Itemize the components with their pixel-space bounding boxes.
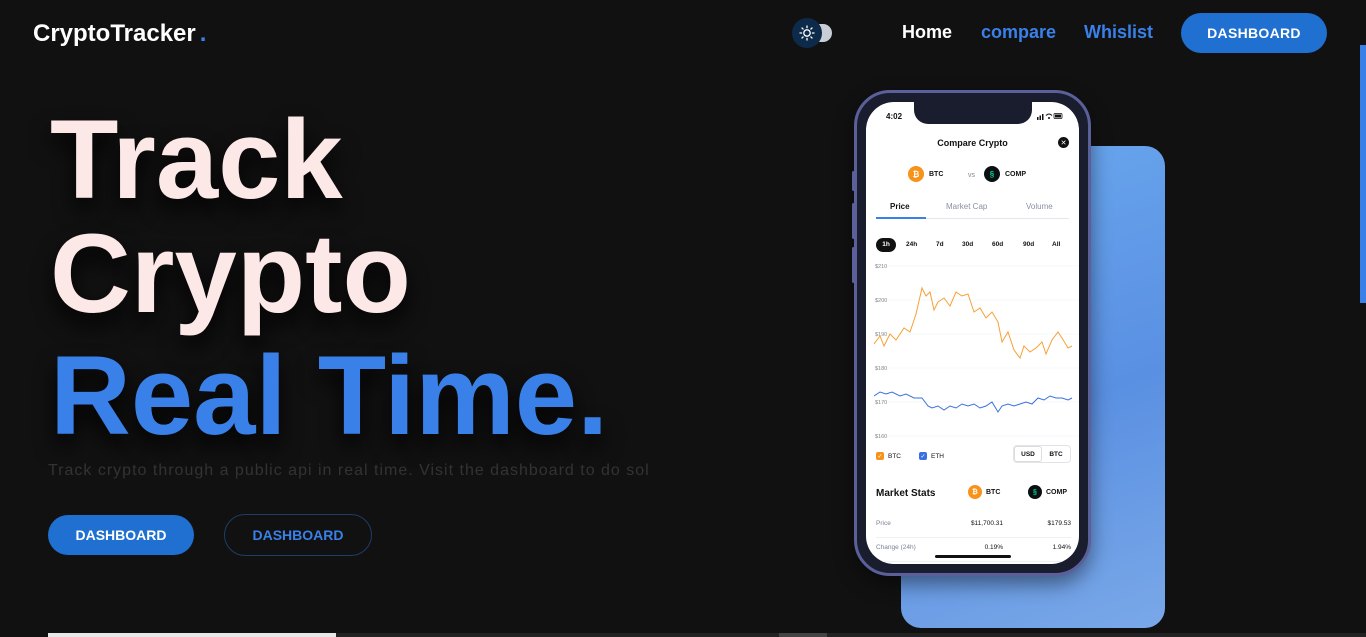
btc-checkbox[interactable]: ✓ bbox=[876, 452, 884, 460]
compare-crypto-title: Compare Crypto bbox=[937, 138, 1008, 148]
hero-subtitle: Track crypto through a public api in rea… bbox=[48, 462, 650, 479]
phone-side-button bbox=[852, 171, 855, 191]
active-tab-underline bbox=[876, 217, 926, 219]
scrollbar-thumb[interactable] bbox=[1360, 45, 1366, 303]
stat-value-a: 0.19% bbox=[984, 544, 1003, 551]
phone-mockup: 4:02 Compare Crypto ✕ ₿ BTC vs § COMP Pr… bbox=[852, 90, 1091, 576]
tab-market-cap[interactable]: Market Cap bbox=[946, 202, 987, 211]
hero-dashboard-outline-button[interactable]: DASHBOARD bbox=[224, 514, 372, 556]
coin-a-label: BTC bbox=[929, 170, 944, 178]
range-60d[interactable]: 60d bbox=[992, 238, 1003, 252]
eth-checkbox[interactable]: ✓ bbox=[919, 452, 927, 460]
tab-volume[interactable]: Volume bbox=[1026, 202, 1053, 211]
range-24h[interactable]: 24h bbox=[906, 238, 917, 252]
stat-label: Price bbox=[876, 520, 891, 527]
market-stats-coin-a-label: BTC bbox=[986, 488, 1001, 496]
horizontal-scrollbar-marker bbox=[779, 633, 827, 637]
hero-heading-line-2: Crypto bbox=[50, 211, 411, 336]
hero-dashboard-button[interactable]: DASHBOARD bbox=[48, 515, 194, 555]
market-stats-coin-a: ₿ BTC bbox=[968, 485, 1000, 499]
market-stats-title: Market Stats bbox=[876, 488, 936, 499]
phone-screen: 4:02 Compare Crypto ✕ ₿ BTC vs § COMP Pr… bbox=[866, 102, 1079, 564]
range-7d[interactable]: 7d bbox=[936, 238, 944, 252]
sun-icon bbox=[792, 18, 822, 48]
stat-value-a: $11,700.31 bbox=[970, 520, 1003, 527]
status-bar-time: 4:02 bbox=[886, 112, 903, 121]
horizontal-scrollbar-thumb[interactable] bbox=[48, 633, 336, 637]
tab-price[interactable]: Price bbox=[890, 202, 910, 211]
y-tick-label: $190 bbox=[875, 332, 887, 338]
nav-dashboard-button[interactable]: DASHBOARD bbox=[1181, 13, 1327, 53]
vs-label: vs bbox=[968, 172, 975, 179]
price-comparison-chart: $210 $200 $190 $180 $170 $160 bbox=[874, 264, 1079, 440]
phone-side-button bbox=[852, 247, 855, 283]
legend-eth-label: ETH bbox=[931, 452, 944, 460]
market-stats-row: Price $11,700.31 $179.53 bbox=[876, 514, 1071, 538]
hero-heading-line-3: Real Time. bbox=[50, 333, 609, 458]
logo[interactable]: CryptoTracker. bbox=[33, 20, 206, 48]
compound-icon: § bbox=[984, 166, 1000, 182]
y-tick-label: $200 bbox=[875, 298, 887, 304]
y-tick-label: $170 bbox=[875, 400, 887, 406]
nav-compare-link[interactable]: compare bbox=[981, 22, 1056, 43]
signal-wifi-battery-icon bbox=[1037, 112, 1063, 122]
logo-dot: . bbox=[199, 20, 207, 47]
coin-b-label: COMP bbox=[1005, 170, 1026, 178]
currency-toggle: USD BTC bbox=[1013, 445, 1071, 463]
chart-legend: ✓ BTC ✓ ETH bbox=[876, 452, 944, 460]
coin-a-chip[interactable]: ₿ BTC bbox=[908, 166, 943, 182]
y-tick-label: $210 bbox=[875, 264, 887, 270]
home-indicator bbox=[934, 555, 1011, 558]
bitcoin-icon: ₿ bbox=[968, 485, 982, 499]
y-tick-label: $160 bbox=[875, 434, 887, 440]
theme-toggle[interactable] bbox=[792, 18, 842, 48]
currency-btc-option[interactable]: BTC bbox=[1042, 446, 1070, 462]
range-1h[interactable]: 1h bbox=[876, 238, 896, 252]
time-range-selector: 1h 24h 7d 30d 60d 90d All bbox=[876, 238, 1069, 252]
legend-btc-label: BTC bbox=[888, 452, 901, 460]
bitcoin-icon: ₿ bbox=[908, 166, 924, 182]
phone-side-button bbox=[852, 203, 855, 239]
market-stats-coin-b-label: COMP bbox=[1046, 488, 1067, 496]
y-tick-label: $180 bbox=[875, 366, 887, 372]
compound-icon: § bbox=[1028, 485, 1042, 499]
range-all[interactable]: All bbox=[1052, 238, 1060, 252]
market-stats-coin-b: § COMP bbox=[1028, 485, 1067, 499]
horizontal-scrollbar-track[interactable] bbox=[336, 633, 1366, 637]
range-90d[interactable]: 90d bbox=[1023, 238, 1034, 252]
stat-value-b: 1.94% bbox=[1052, 544, 1071, 551]
coin-b-chip[interactable]: § COMP bbox=[984, 166, 1026, 182]
phone-notch bbox=[913, 102, 1032, 124]
btc-price-line bbox=[874, 286, 1073, 360]
stat-label: Change (24h) bbox=[876, 544, 916, 551]
stat-value-b: $179.53 bbox=[1047, 520, 1072, 527]
nav-whislist-link[interactable]: Whislist bbox=[1084, 22, 1153, 43]
close-icon[interactable]: ✕ bbox=[1058, 137, 1069, 148]
nav-home-link[interactable]: Home bbox=[902, 22, 952, 43]
hero-heading-line-1: Track bbox=[50, 97, 343, 222]
currency-usd-option[interactable]: USD bbox=[1014, 446, 1042, 462]
range-30d[interactable]: 30d bbox=[962, 238, 973, 252]
market-stats-row: Change (24h) 0.19% 1.94% bbox=[876, 538, 1071, 562]
